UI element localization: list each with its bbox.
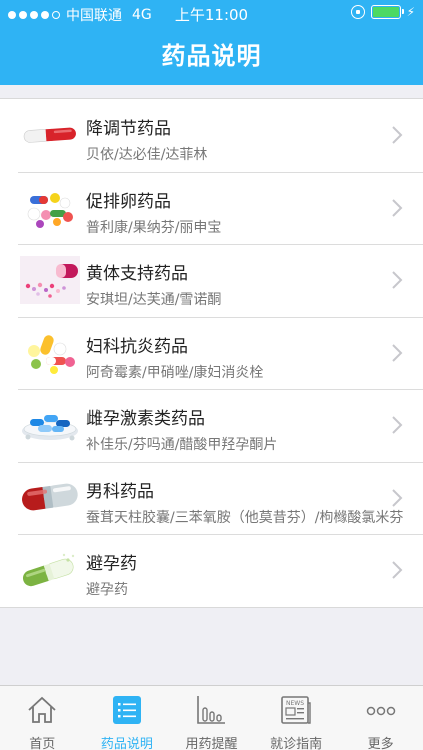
red-capsule-image (22, 483, 78, 510)
tab-visit-guide[interactable]: NEWS 就诊指南 (254, 686, 339, 750)
item-title: 妇科抗炎药品 (86, 336, 188, 357)
news-icon: NEWS (281, 696, 311, 724)
drug-category-list: 降调节药品 贝依/达必佳/达菲林 促排卵药品 普利康/果纳芬/丽申宝 黄体支持药… (0, 98, 423, 608)
chevron-right-icon (392, 416, 403, 434)
tab-medication-reminder[interactable]: 用药提醒 (169, 686, 254, 750)
item-subtitle: 补佳乐/芬吗通/醋酸甲羟孕酮片 (86, 437, 278, 453)
tab-more[interactable]: 更多 (338, 686, 423, 750)
list-item-luteal-support[interactable]: 黄体支持药品 安琪坦/达芙通/雪诺酮 (0, 244, 423, 317)
more-icon (366, 706, 395, 716)
tab-label: 就诊指南 (270, 737, 323, 750)
item-subtitle: 普利康/果纳芬/丽申宝 (86, 219, 222, 236)
chevron-right-icon (392, 126, 403, 144)
item-title: 降调节药品 (86, 119, 171, 139)
bar-chart-icon (197, 696, 226, 724)
page-title: 药品说明 (161, 42, 262, 70)
pink-pills-image (20, 256, 80, 304)
list-item-ovulation[interactable]: 促排卵药品 普利康/果纳芬/丽申宝 (0, 171, 423, 245)
item-title: 男科药品 (86, 481, 154, 502)
list-item-anti-inflammatory[interactable]: 妇科抗炎药品 阿奇霉素/甲硝唑/康妇消炎栓 (0, 316, 423, 390)
capsule-image (23, 127, 76, 143)
tab-label: 首页 (29, 737, 56, 750)
item-subtitle: 安琪坦/达芙通/雪诺酮 (86, 292, 222, 308)
tab-home[interactable]: 首页 (0, 686, 85, 750)
chevron-right-icon (392, 271, 403, 289)
item-subtitle: 蚕茸天柱胶囊/三苯氧胺（他莫昔芬）/枸橼酸氯米芬 (86, 509, 404, 526)
blue-pills-image (22, 415, 78, 441)
svg-text:NEWS: NEWS (286, 700, 304, 707)
item-title: 避孕药 (86, 554, 137, 574)
tab-label: 药品说明 (100, 737, 153, 750)
chevron-right-icon (392, 488, 403, 507)
item-subtitle: 贝依/达必佳/达菲林 (86, 147, 208, 163)
tab-label: 更多 (367, 737, 394, 750)
mixed-pills-image (28, 334, 75, 374)
status-bar: 中国联通 4G 上午11:00 ⚡ (0, 0, 423, 26)
list-icon (112, 696, 141, 724)
rotation-lock-icon (350, 5, 365, 19)
battery-icon (370, 5, 404, 19)
home-icon (28, 696, 56, 723)
tab-bar: 首页 药品说明 用药提醒 NEWS 就诊指南 更多 (0, 685, 423, 750)
list-item-andrology[interactable]: 男科药品 蚕茸天柱胶囊/三苯氧胺（他莫昔芬）/枸橼酸氯米芬 (0, 461, 423, 535)
chevron-right-icon (392, 198, 403, 217)
list-item-downregulation[interactable]: 降调节药品 贝依/达必佳/达菲林 (0, 99, 423, 172)
item-subtitle: 阿奇霉素/甲硝唑/康妇消炎栓 (86, 364, 264, 381)
green-capsule-image (22, 553, 75, 587)
item-title: 黄体支持药品 (86, 264, 188, 284)
chevron-right-icon (392, 561, 403, 579)
header: 中国联通 4G 上午11:00 ⚡ 药品说明 (0, 0, 423, 85)
tab-drug-info[interactable]: 药品说明 (85, 686, 170, 750)
item-title: 雌孕激素类药品 (86, 409, 205, 429)
pills-image (27, 192, 73, 228)
charging-icon: ⚡ (406, 5, 415, 19)
item-title: 促排卵药品 (86, 191, 171, 212)
list-item-hormone[interactable]: 雌孕激素类药品 补佳乐/芬吗通/醋酸甲羟孕酮片 (0, 389, 423, 462)
chevron-right-icon (392, 343, 403, 362)
list-item-contraceptive[interactable]: 避孕药 避孕药 (0, 534, 423, 607)
item-subtitle: 避孕药 (86, 582, 128, 598)
tab-label: 用药提醒 (185, 737, 238, 750)
